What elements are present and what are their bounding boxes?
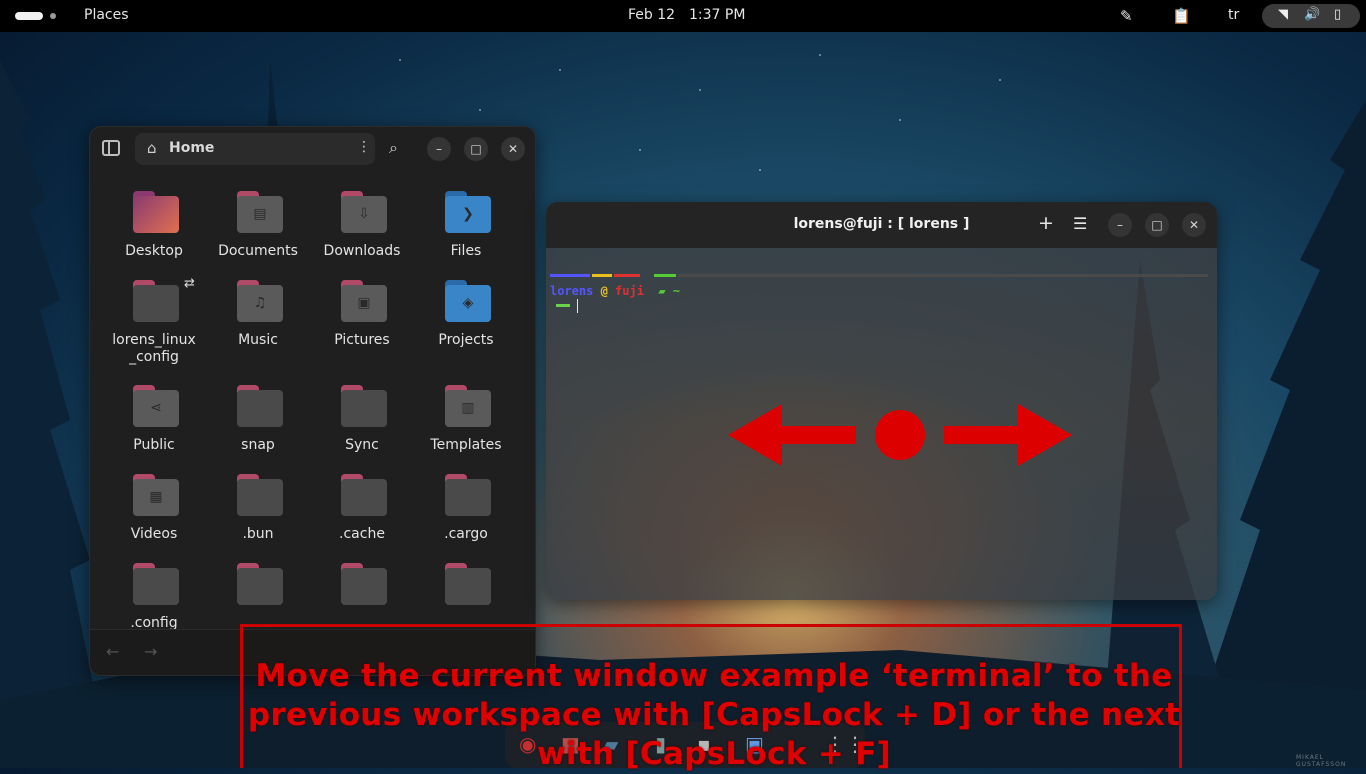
sidebar-toggle-icon[interactable] [102,140,120,156]
search-icon[interactable]: ⌕ [389,138,398,158]
forward-icon[interactable]: → [144,642,157,661]
folder-icon: ▥ [445,385,491,427]
folder-icon: ⋖ [133,385,179,427]
folder-label: .cache [339,526,385,542]
folder-icon: ▰ [643,284,666,298]
close-button[interactable]: ✕ [501,137,525,161]
folder-label: Files [450,243,482,259]
folder-icon: ◈ [445,280,491,322]
prompt-segment-bar [614,274,640,277]
folder-icon: ▣ [341,280,387,322]
folder-icon [237,563,283,605]
instruction-caption: Move the current window example ‘termina… [240,624,1182,772]
close-button[interactable]: ✕ [1182,213,1206,237]
folder-icon [445,474,491,516]
folder-label: Music [238,332,278,348]
caption-text: Move the current window example ‘termina… [247,658,1181,772]
clipboard-icon[interactable]: 📋 [1172,7,1191,25]
back-icon[interactable]: ← [106,642,119,661]
terminal-headerbar: lorens@fuji : [ lorens ] + ☰ – □ ✕ [546,202,1217,248]
top-bar: Places Feb 12 1:37 PM ✎ 📋 tr ◥ 🔊 ▯ [0,0,1366,32]
prompt-segment-bar [654,274,676,277]
keyboard-language-indicator[interactable]: tr [1228,7,1239,23]
file-grid: Desktop ▤ Documents ⇩ Downloads ❯ Files ⇄ lorens… [102,191,522,631]
folder-icon [341,563,387,605]
prompt-indicator [556,304,570,307]
folder-icon: ▤ [237,191,283,233]
file-manager-window[interactable]: ⌂ Home ⋮ ⌕ – □ ✕ Desktop ▤ Documents ⇩ Downl… [89,126,536,676]
prompt-segment-bar [550,274,590,277]
folder-label: Documents [218,243,298,259]
folder-icon: ❯ [445,191,491,233]
prompt-segment-bar [678,274,1208,277]
folder-icon [237,474,283,516]
folder-label: lorens_linux _config [112,332,196,365]
move-arrows-graphic [728,404,1072,466]
text-cursor [577,299,578,313]
workspace-indicator[interactable] [50,13,56,19]
folder-icon: ♫ [237,280,283,322]
folder-label: snap [241,437,275,453]
folder-label: Sync [345,437,379,453]
folder-icon [237,385,283,427]
right-arrow-icon [944,404,1072,466]
symlink-icon: ⇄ [184,276,195,291]
folder-icon [133,563,179,605]
folder-icon: ▦ [133,474,179,516]
time-label[interactable]: 1:37 PM [689,7,745,23]
color-picker-icon[interactable]: ✎ [1120,7,1133,25]
prompt-user: lorens [550,284,594,298]
folder-label: Videos [130,526,178,542]
places-menu[interactable]: Places [84,7,129,23]
prompt-at: @ [593,284,616,298]
new-tab-icon[interactable]: + [1038,212,1054,234]
folder-label: Downloads [323,243,401,259]
system-status-menu[interactable]: ◥ 🔊 ▯ [1262,4,1360,28]
minimize-button[interactable]: – [1108,213,1132,237]
folder-icon [133,280,179,322]
date-label[interactable]: Feb 12 [628,7,675,23]
folder-label: .cargo [444,526,488,542]
folder-icon: ⇩ [341,191,387,233]
prompt-host: fuji [615,284,644,298]
path-menu-icon[interactable]: ⋮ [357,139,371,155]
maximize-button[interactable]: □ [1145,213,1169,237]
prompt-segment-bar [592,274,612,277]
maximize-button[interactable]: □ [464,137,488,161]
path-bar[interactable]: ⌂ Home ⋮ [135,133,375,165]
wifi-icon: ◥ [1278,7,1288,22]
volume-icon: 🔊 [1304,7,1321,22]
folder-label: Desktop [125,243,183,259]
folder-label: Public [133,437,175,453]
folder-icon [341,474,387,516]
folder-icon [445,563,491,605]
folder-label: Templates [430,437,502,453]
wallpaper-credit: MIKAEL GUSTAFSSON [1296,754,1347,768]
desktop-folder-icon [133,191,179,233]
folder-label: Projects [438,332,494,348]
prompt-dir: ~ [665,284,681,298]
folder-label: .bun [242,526,274,542]
minimize-button[interactable]: – [427,137,451,161]
folder-icon [341,385,387,427]
shell-prompt: lorens @ fuji ▰ ~ [550,284,680,298]
current-workspace-dot [875,410,925,460]
file-manager-headerbar: ⌂ Home ⋮ ⌕ – □ ✕ [90,127,535,173]
path-label: Home [169,140,215,156]
left-arrow-icon [728,404,856,466]
folder-label: Pictures [334,332,390,348]
menu-icon[interactable]: ☰ [1073,214,1087,233]
active-workspace-indicator[interactable] [15,12,43,20]
battery-icon: ▯ [1334,7,1342,22]
home-icon: ⌂ [147,139,157,157]
